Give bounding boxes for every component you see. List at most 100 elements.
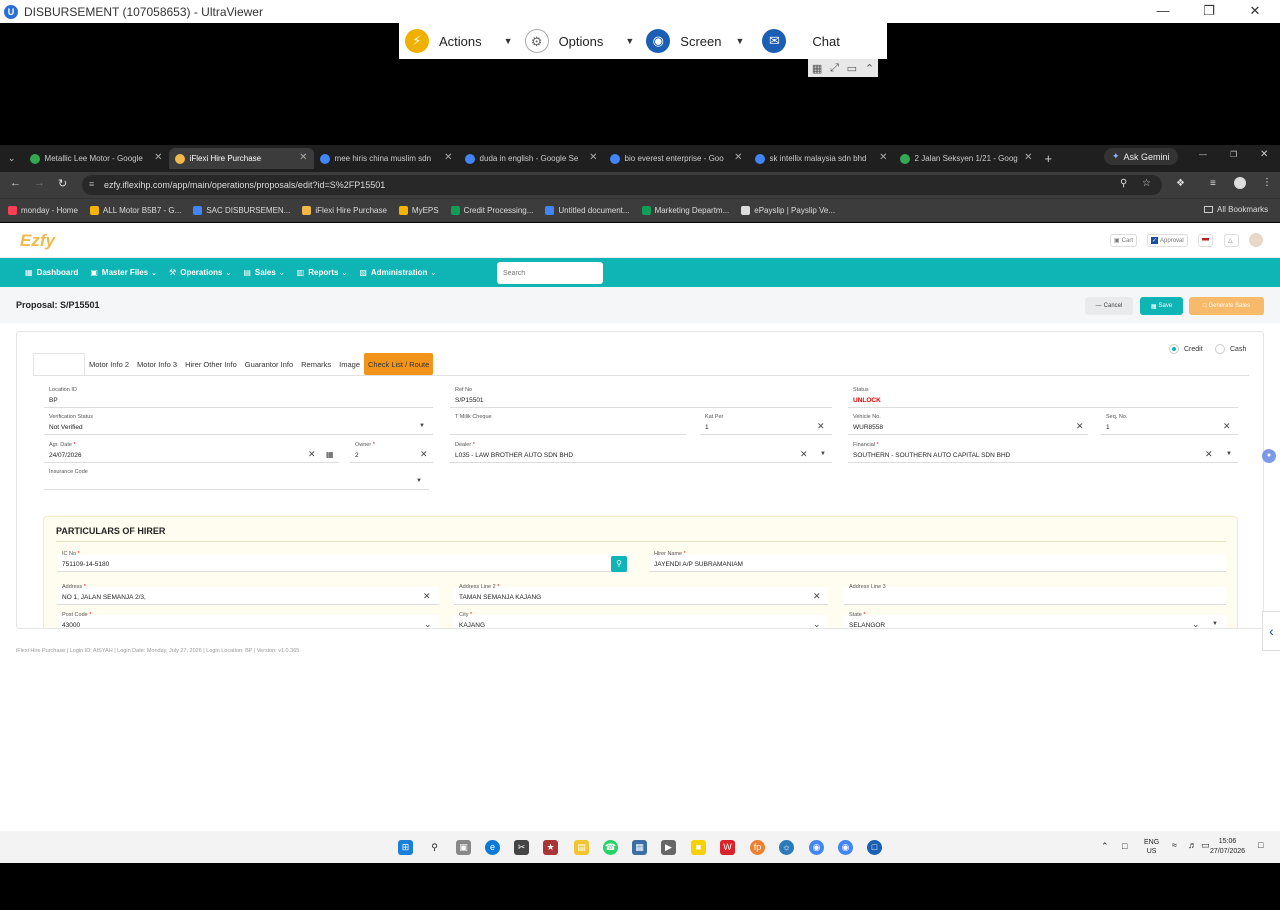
chevron-down-icon[interactable]: ▼ xyxy=(820,450,826,459)
cancel-button[interactable]: — Cancel xyxy=(1085,297,1133,315)
zoom-icon[interactable]: ⚲ xyxy=(1120,178,1127,189)
address-line-2-field[interactable]: Address Line 2 * TAMAN SEMANJA KAJANG ✕ xyxy=(454,584,828,605)
language-indicator[interactable]: ENG US xyxy=(1144,838,1159,856)
verification-status-select[interactable]: Verification Status Not Verified ▼ xyxy=(44,414,433,435)
assistant-icon[interactable]: ● xyxy=(1262,449,1276,463)
clear-icon[interactable]: ✕ xyxy=(420,450,428,459)
nav-item-operations[interactable]: ⚒ Operations ⌄ xyxy=(169,268,231,277)
user-avatar[interactable] xyxy=(1249,233,1263,247)
nav-item-sales[interactable]: ▤ Sales ⌄ xyxy=(243,268,284,277)
battery-icon[interactable]: ▭ xyxy=(1201,840,1210,851)
forward-icon[interactable]: → xyxy=(34,177,45,189)
nav-item-reports[interactable]: ▥ Reports ⌄ xyxy=(297,268,348,277)
cash-radio[interactable]: Cash xyxy=(1215,344,1246,354)
chevron-down-icon[interactable]: ▼ xyxy=(504,36,513,46)
app-logo[interactable]: Ezfy xyxy=(20,231,55,251)
restore-icon[interactable]: ❐ xyxy=(1186,0,1232,23)
notification-bell-icon[interactable]: △ xyxy=(1224,234,1239,247)
tab-search-icon[interactable]: ⌄ xyxy=(8,153,16,164)
tab-blank[interactable] xyxy=(33,353,85,375)
approval-button[interactable]: ✓ Approval xyxy=(1147,234,1188,247)
bookmark-item[interactable]: ALL Motor B5B7 - G... xyxy=(89,206,181,215)
browser-tab[interactable]: duda in english - Google Se ✕ xyxy=(459,148,604,169)
options-button[interactable]: ⚙ Options ▼ xyxy=(519,23,641,59)
clear-icon[interactable]: ✕ xyxy=(1076,422,1084,431)
dealer-select[interactable]: Dealer * L035 - LAW BROTHER AUTO SDN BHD… xyxy=(450,442,832,463)
insurance-code-select[interactable]: Insurance Code ▼ xyxy=(44,469,429,490)
dropdown-icon[interactable]: ▼ xyxy=(1212,620,1218,628)
ic-no-field[interactable]: IC No * 751109-14-5180 xyxy=(57,551,629,572)
all-bookmarks-button[interactable]: All Bookmarks xyxy=(1204,205,1268,214)
site-info-icon[interactable]: ≡ xyxy=(89,179,94,189)
browser-tab[interactable]: mee hiris china muslim sdn ✕ xyxy=(314,148,459,169)
save-button[interactable]: ▦ Save xyxy=(1140,297,1183,315)
bookmark-item[interactable]: iFlexi Hire Purchase xyxy=(302,206,387,215)
minimize-icon[interactable]: — xyxy=(1140,0,1186,23)
media-icon[interactable]: ≡ xyxy=(1210,178,1216,189)
app-icon[interactable]: ▶ xyxy=(661,840,676,855)
ic-search-button[interactable]: ⚲ xyxy=(611,556,627,572)
generate-sales-button[interactable]: □ Generate Sales xyxy=(1189,297,1264,315)
whatsapp-icon[interactable]: ☎ xyxy=(603,840,618,855)
volume-icon[interactable]: ♬ xyxy=(1188,840,1197,850)
bookmark-item[interactable]: Credit Processing... xyxy=(450,206,533,215)
wifi-icon[interactable]: ≈ xyxy=(1172,840,1177,850)
tab-guarantor-info[interactable]: Guarantor Info xyxy=(241,353,297,375)
clear-icon[interactable]: ✕ xyxy=(308,450,316,459)
clear-icon[interactable]: ✕ xyxy=(800,450,808,459)
credit-radio[interactable]: Credit xyxy=(1169,344,1203,354)
browser-icon[interactable]: ☼ xyxy=(779,840,794,855)
seq-no-field[interactable]: Seq. No. 1 ✕ xyxy=(1101,414,1238,435)
close-tab-icon[interactable]: ✕ xyxy=(299,152,307,163)
task-view-icon[interactable]: ▣ xyxy=(456,840,471,855)
t-milik-cheque-field[interactable]: T Milik Cheque xyxy=(450,414,686,435)
chrome-icon[interactable]: ◉ xyxy=(809,840,824,855)
clear-icon[interactable]: ✕ xyxy=(817,422,825,431)
search-input[interactable] xyxy=(497,262,603,284)
chat-button[interactable]: ✉ Chat xyxy=(756,23,845,59)
close-tab-icon[interactable]: ✕ xyxy=(734,152,742,163)
nav-item-dashboard[interactable]: ▦ Dashboard xyxy=(25,268,78,277)
bookmark-item[interactable]: MyEPS xyxy=(398,206,439,215)
close-tab-icon[interactable]: ✕ xyxy=(154,152,162,163)
extensions-icon[interactable]: ❖ xyxy=(1176,178,1185,189)
tab-remarks[interactable]: Remarks xyxy=(297,353,335,375)
ref-no-field[interactable]: Ref No S/P15501 xyxy=(450,387,832,408)
financial-select[interactable]: Financial * SOUTHERN - SOUTHERN AUTO CAP… xyxy=(848,442,1238,463)
nav-item-administration[interactable]: ▧ Administration ⌄ xyxy=(359,268,436,277)
post-code-select[interactable]: Post Code * 43000 ⌄ xyxy=(57,612,439,628)
vehicle-no-field[interactable]: Vehicle No. WUR8558 ✕ xyxy=(848,414,1088,435)
monitor-icon[interactable]: ▭ xyxy=(847,62,857,75)
browser-tab[interactable]: 2 Jalan Seksyen 1/21 - Goog ✕ xyxy=(894,148,1039,169)
calculator-icon[interactable]: ▦ xyxy=(632,840,647,855)
cart-button[interactable]: ▣ Cart xyxy=(1110,234,1138,247)
profile-avatar[interactable] xyxy=(1234,177,1246,189)
minimize-icon[interactable]: — xyxy=(1199,150,1207,159)
hirer-name-field[interactable]: Hirer Name * JAYENDI A/P SUBRAMANIAM xyxy=(649,551,1226,572)
clock[interactable]: 15:06 27/07/2026 xyxy=(1210,837,1245,857)
ask-gemini-button[interactable]: ✦ Ask Gemini xyxy=(1104,148,1178,165)
fullscreen-icon[interactable]: ⤢ xyxy=(830,62,839,75)
clear-icon[interactable]: ✕ xyxy=(423,592,431,601)
chrome-profile-icon[interactable]: ◉ xyxy=(838,840,853,855)
file-explorer-icon[interactable]: ▤ xyxy=(574,840,589,855)
sticky-notes-icon[interactable]: ■ xyxy=(691,840,706,855)
menu-icon[interactable]: ⋮ xyxy=(1262,177,1272,188)
bookmark-star-icon[interactable]: ☆ xyxy=(1142,178,1151,189)
foxit-icon[interactable]: fp xyxy=(750,840,765,855)
close-tab-icon[interactable]: ✕ xyxy=(589,152,597,163)
chevron-down-icon[interactable]: ⌄ xyxy=(813,620,821,629)
snipping-tool-icon[interactable]: ✂ xyxy=(514,840,529,855)
clear-icon[interactable]: ✕ xyxy=(813,592,821,601)
browser-tab[interactable]: bio everest enterprise - Goo ✕ xyxy=(604,148,749,169)
bookmark-item[interactable]: Untitled document... xyxy=(545,206,630,215)
search-icon[interactable]: ⚲ xyxy=(427,840,442,855)
chevron-down-icon[interactable]: ▼ xyxy=(1226,450,1232,459)
city-select[interactable]: City * KAJANG ⌄ xyxy=(454,612,828,629)
tab-check-list-route[interactable]: Check List / Route xyxy=(364,353,434,375)
new-tab-icon[interactable]: + xyxy=(1045,151,1053,166)
collapse-icon[interactable]: ⌃ xyxy=(865,62,874,75)
restore-icon[interactable]: ❐ xyxy=(1230,150,1237,159)
tab-image[interactable]: Image xyxy=(335,353,364,375)
side-panel-toggle[interactable]: ‹ xyxy=(1262,611,1280,651)
